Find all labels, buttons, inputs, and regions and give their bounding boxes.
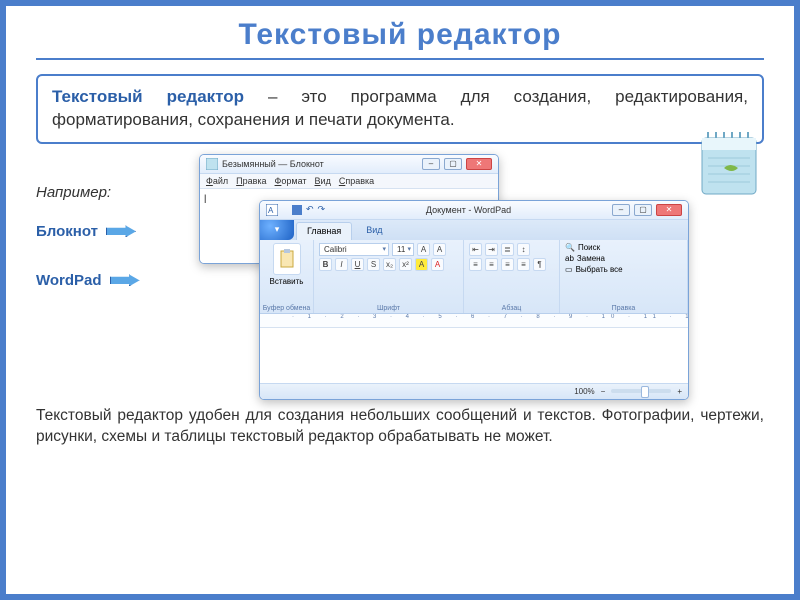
definition-term: Текстовый редактор [52, 87, 244, 106]
redo-icon[interactable]: ↷ [318, 204, 326, 215]
inc-indent-icon[interactable]: ⇥ [485, 243, 498, 256]
save-icon[interactable] [292, 205, 302, 215]
ruler: · 1 · 2 · 3 · 4 · 5 · 6 · 7 · 8 · 9 · 10… [260, 314, 688, 328]
find-label[interactable]: Поиск [578, 243, 600, 252]
replace-label[interactable]: Замена [577, 254, 605, 263]
minimize-button[interactable]: – [612, 204, 630, 216]
select-all-label[interactable]: Выбрать все [576, 265, 623, 274]
align-center-icon[interactable]: ≡ [485, 258, 498, 271]
bold-icon[interactable]: B [319, 258, 332, 271]
wordpad-title: Документ - WordPad [329, 205, 608, 215]
line-spacing-icon[interactable]: ↕ [517, 243, 530, 256]
maximize-button[interactable]: ▢ [634, 204, 652, 216]
notepad-title: Безымянный — Блокнот [222, 159, 324, 169]
replace-icon[interactable]: ab [565, 254, 574, 263]
notepad-app-icon [206, 158, 218, 170]
footer-text: Текстовый редактор удобен для создания н… [36, 406, 764, 448]
clipboard-icon [279, 249, 295, 269]
select-all-icon[interactable]: ▭ [565, 265, 573, 274]
app-notepad-label: Блокнот [36, 223, 181, 240]
font-color-icon[interactable]: A [431, 258, 444, 271]
zoom-out-icon[interactable]: − [601, 387, 606, 396]
zoom-in-icon[interactable]: + [677, 387, 682, 396]
paragraph-icon[interactable]: ¶ [533, 258, 546, 271]
align-left-icon[interactable]: ≡ [469, 258, 482, 271]
font-size-combo[interactable]: 11 [392, 243, 414, 256]
tab-home[interactable]: Главная [296, 222, 352, 240]
svg-text:A: A [268, 206, 274, 215]
minimize-button[interactable]: – [422, 158, 440, 170]
subscript-icon[interactable]: x₂ [383, 258, 396, 271]
arrow-icon [110, 274, 140, 286]
group-editing-label: Правка [560, 305, 687, 312]
status-bar: 100% − + [260, 383, 688, 399]
strike-icon[interactable]: S [367, 258, 380, 271]
screenshots-area: Безымянный — Блокнот – ▢ ✕ Файл Правка Ф… [187, 154, 764, 404]
example-label: Например: [36, 184, 181, 201]
superscript-icon[interactable]: x² [399, 258, 412, 271]
group-font-label: Шрифт [314, 305, 463, 312]
paste-button[interactable] [273, 243, 301, 275]
menu-format[interactable]: Формат [275, 176, 307, 186]
grow-font-icon[interactable]: A [417, 243, 430, 256]
maximize-button[interactable]: ▢ [444, 158, 462, 170]
zoom-value: 100% [574, 387, 594, 396]
bullets-icon[interactable]: ≣ [501, 243, 514, 256]
align-justify-icon[interactable]: ≡ [517, 258, 530, 271]
group-paragraph-label: Абзац [464, 305, 559, 312]
align-right-icon[interactable]: ≡ [501, 258, 514, 271]
app-menu-button[interactable]: ▾ [260, 220, 294, 240]
underline-icon[interactable]: U [351, 258, 364, 271]
menu-help[interactable]: Справка [339, 176, 374, 186]
definition-box: Текстовый редактор – это программа для с… [36, 74, 764, 144]
shrink-font-icon[interactable]: A [433, 243, 446, 256]
notepad-menubar: Файл Правка Формат Вид Справка [200, 174, 498, 189]
dec-indent-icon[interactable]: ⇤ [469, 243, 482, 256]
wordpad-app-icon: A [266, 204, 278, 216]
close-button[interactable]: ✕ [656, 204, 682, 216]
undo-icon[interactable]: ↶ [306, 204, 314, 215]
group-clipboard-label: Буфер обмена [260, 305, 313, 312]
menu-view[interactable]: Вид [315, 176, 331, 186]
arrow-icon [106, 225, 136, 237]
zoom-slider[interactable] [611, 389, 671, 393]
find-icon[interactable]: 🔍 [565, 243, 575, 252]
menu-edit[interactable]: Правка [236, 176, 266, 186]
ribbon: Вставить Буфер обмена Calibri 11 A A B I [260, 240, 688, 314]
menu-file[interactable]: Файл [206, 176, 228, 186]
highlight-icon[interactable]: A [415, 258, 428, 271]
app-wordpad-label: WordPad [36, 272, 181, 289]
tab-view[interactable]: Вид [356, 222, 392, 240]
font-name-combo[interactable]: Calibri [319, 243, 389, 256]
paste-label: Вставить [270, 277, 304, 286]
wordpad-window: A ↶ ↷ Документ - WordPad – ▢ ✕ ▾ Главная… [259, 200, 689, 400]
page-title: Текстовый редактор [36, 18, 764, 60]
italic-icon[interactable]: I [335, 258, 348, 271]
close-button[interactable]: ✕ [466, 158, 492, 170]
